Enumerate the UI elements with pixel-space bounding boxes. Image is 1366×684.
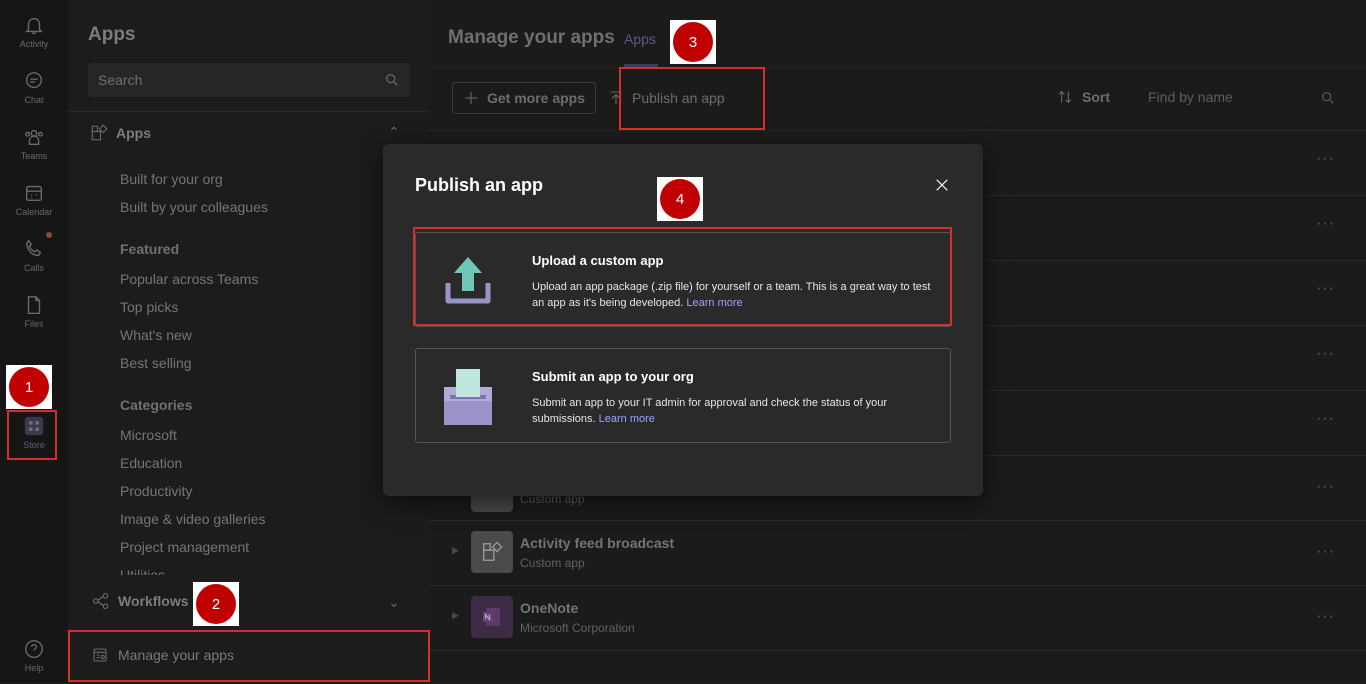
tab-apps[interactable]: Apps	[624, 31, 656, 47]
app-name: OneNote	[520, 600, 579, 616]
onenote-icon	[471, 596, 513, 638]
chevron-up-icon[interactable]: ⌃	[388, 124, 400, 141]
section-workflows[interactable]: Workflows	[92, 592, 189, 610]
sidebar-link-microsoft[interactable]: Microsoft	[120, 427, 177, 443]
row-divider	[428, 650, 1366, 651]
table-row[interactable]: ▶ Activity feed broadcast Custom app ···	[428, 521, 1366, 585]
rail-item-activity[interactable]: Activity	[0, 4, 68, 60]
sidebar-link-top-picks[interactable]: Top picks	[120, 299, 178, 315]
rail-item-chat[interactable]: Chat	[0, 60, 68, 116]
more-options-icon[interactable]: ···	[1316, 478, 1335, 496]
help-icon	[25, 640, 43, 658]
plus-icon	[464, 92, 477, 104]
categories-heading: Categories	[120, 397, 193, 413]
onenote-logo	[483, 608, 500, 626]
bell-icon	[25, 17, 43, 34]
phone-icon	[25, 239, 42, 257]
sidebar-link-popular[interactable]: Popular across Teams	[120, 271, 258, 287]
sort-icon	[1058, 90, 1072, 104]
workflows-icon	[92, 592, 109, 610]
rail-item-calls[interactable]: Calls	[0, 228, 68, 284]
annotation-badge-1: 1	[6, 365, 52, 409]
submit-to-org-icon	[444, 369, 492, 425]
sidebar-divider	[68, 111, 428, 112]
expand-caret-icon[interactable]: ▶	[452, 545, 459, 556]
sidebar-link-best-selling[interactable]: Best selling	[120, 355, 192, 371]
more-options-icon[interactable]: ···	[1316, 410, 1335, 428]
sidebar-link-image-video[interactable]: Image & video galleries	[120, 511, 266, 527]
more-options-icon[interactable]: ···	[1316, 543, 1335, 561]
teams-icon	[25, 129, 43, 146]
header-divider	[428, 67, 1366, 68]
option-title: Submit an app to your org	[532, 369, 694, 384]
highlight-upload-option	[413, 227, 952, 326]
app-icon	[471, 531, 513, 573]
dialog-title: Publish an app	[415, 175, 544, 195]
search-icon	[386, 74, 398, 86]
more-options-icon[interactable]: ···	[1316, 215, 1335, 233]
sidebar-link-utilities[interactable]: Utilities	[120, 567, 165, 575]
more-options-icon[interactable]: ···	[1316, 150, 1335, 168]
sidebar-link-built-by-colleagues[interactable]: Built by your colleagues	[120, 199, 268, 215]
sort-button[interactable]: Sort	[1056, 89, 1110, 105]
find-by-name-input[interactable]: Find by name	[1148, 89, 1233, 105]
sidebar-link-productivity[interactable]: Productivity	[120, 483, 192, 499]
search-icon[interactable]	[1320, 90, 1336, 106]
rail-item-help[interactable]: Help	[0, 628, 68, 684]
sidebar-link-whats-new[interactable]: What's new	[120, 327, 192, 343]
close-icon[interactable]	[933, 176, 951, 194]
sidebar-title: Apps	[88, 24, 136, 45]
rail-item-teams[interactable]: Teams	[0, 116, 68, 172]
annotation-badge-2: 2	[193, 582, 239, 626]
app-name: Activity feed broadcast	[520, 535, 675, 551]
sidebar-link-built-for-org[interactable]: Built for your org	[120, 171, 223, 187]
get-more-apps-button[interactable]: Get more apps	[452, 82, 596, 114]
more-options-icon[interactable]: ···	[1316, 345, 1335, 363]
app-rail: Activity Chat Teams Calendar Calls Files…	[0, 0, 68, 683]
calendar-icon	[25, 185, 43, 202]
annotation-badge-4: 4	[657, 177, 703, 221]
highlight-manage-apps	[68, 630, 430, 682]
submit-app-option[interactable]: Submit an app to your org Submit an app …	[415, 348, 951, 443]
rail-item-calendar[interactable]: Calendar	[0, 172, 68, 228]
highlight-publish-app	[619, 67, 765, 130]
annotation-badge-3: 3	[670, 20, 716, 64]
highlight-store	[7, 410, 57, 460]
apps-section-icon	[91, 124, 108, 141]
chevron-down-icon[interactable]: ⌄	[388, 594, 400, 611]
expand-caret-icon[interactable]: ▶	[452, 610, 459, 621]
page-title: Manage your apps	[448, 27, 615, 48]
custom-app-icon	[483, 541, 503, 561]
section-apps[interactable]: Apps	[90, 124, 151, 142]
app-publisher: Custom app	[520, 556, 585, 570]
more-options-icon[interactable]: ···	[1316, 280, 1335, 298]
search-placeholder: Search	[98, 72, 143, 88]
sidebar-link-education[interactable]: Education	[120, 455, 182, 471]
row-divider	[428, 130, 1366, 131]
more-options-icon[interactable]: ···	[1316, 608, 1335, 626]
rail-item-files[interactable]: Files	[0, 284, 68, 340]
learn-more-link[interactable]: Learn more	[599, 413, 655, 425]
file-icon	[27, 296, 41, 314]
option-description: Submit an app to your IT admin for appro…	[532, 397, 888, 425]
chat-icon	[25, 72, 43, 89]
app-publisher: Microsoft Corporation	[520, 621, 635, 635]
sidebar-link-project-management[interactable]: Project management	[120, 539, 249, 555]
featured-heading: Featured	[120, 241, 180, 257]
table-row[interactable]: ▶ OneNote Microsoft Corporation ···	[428, 586, 1366, 650]
calls-notification-dot	[46, 232, 52, 238]
search-input[interactable]: Search	[88, 63, 410, 97]
apps-sidebar: Apps Search Apps ⌃ Built for your org Bu…	[68, 0, 428, 683]
